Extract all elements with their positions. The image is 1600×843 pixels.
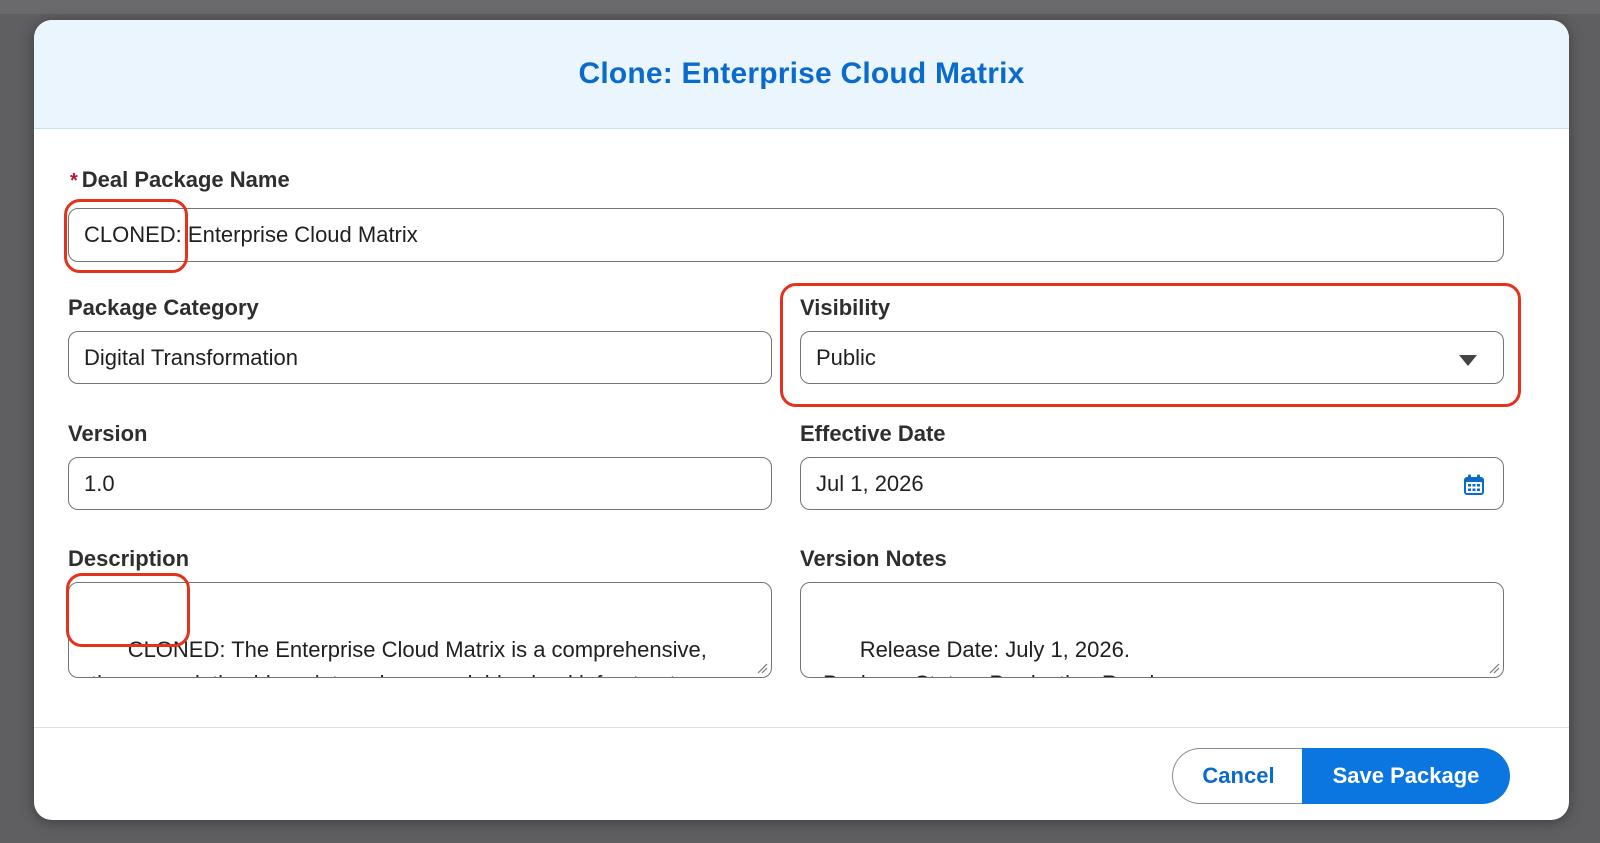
version-label: Version xyxy=(68,421,148,446)
visibility-label: Visibility xyxy=(800,295,891,320)
effective-date-label: Effective Date xyxy=(800,421,946,446)
calendar-icon[interactable] xyxy=(1463,474,1485,496)
description-label: Description xyxy=(68,546,190,571)
version-value: 1.0 xyxy=(84,470,115,496)
modal-title: Clone: Enterprise Cloud Matrix xyxy=(578,57,1025,90)
package-category-input[interactable]: Digital Transformation xyxy=(68,331,772,384)
resize-handle-icon[interactable] xyxy=(1488,662,1500,674)
package-category-value: Digital Transformation xyxy=(84,344,298,370)
package-category-label: Package Category xyxy=(68,295,259,320)
cancel-button[interactable]: Cancel xyxy=(1172,748,1304,804)
deal-package-name-input[interactable]: CLONED: Enterprise Cloud Matrix xyxy=(68,208,1504,262)
version-notes-label: Version Notes xyxy=(800,546,947,571)
description-value: CLONED: The Enterprise Cloud Matrix is a… xyxy=(91,637,707,677)
effective-date-input[interactable]: Jul 1, 2026 xyxy=(800,457,1504,510)
save-package-button[interactable]: Save Package xyxy=(1302,748,1510,804)
version-notes-textarea[interactable]: Release Date: July 1, 2026. Package Stat… xyxy=(800,582,1504,678)
deal-package-name-value: CLONED: Enterprise Cloud Matrix xyxy=(84,222,418,247)
chevron-down-icon xyxy=(1459,355,1477,366)
required-marker: * xyxy=(70,170,78,192)
page-backdrop xyxy=(0,0,1600,14)
resize-handle-icon[interactable] xyxy=(756,662,768,674)
version-input[interactable]: 1.0 xyxy=(68,457,772,510)
modal-body: * Deal Package Name CLONED: Enterprise Cl… xyxy=(34,129,1569,727)
description-textarea[interactable]: CLONED: The Enterprise Cloud Matrix is a… xyxy=(68,582,772,678)
effective-date-value: Jul 1, 2026 xyxy=(816,470,924,496)
modal-header: Clone: Enterprise Cloud Matrix xyxy=(34,20,1569,129)
deal-package-name-label: * Deal Package Name xyxy=(70,167,290,193)
clone-package-modal: Clone: Enterprise Cloud Matrix * Deal Pac… xyxy=(34,20,1569,820)
deal-package-name-label-text: Deal Package Name xyxy=(81,167,290,192)
visibility-value: Public xyxy=(816,344,876,370)
version-notes-value: Release Date: July 1, 2026. Package Stat… xyxy=(823,637,1170,677)
modal-footer: Cancel Save Package xyxy=(34,727,1569,820)
visibility-select[interactable]: Public xyxy=(800,331,1504,384)
